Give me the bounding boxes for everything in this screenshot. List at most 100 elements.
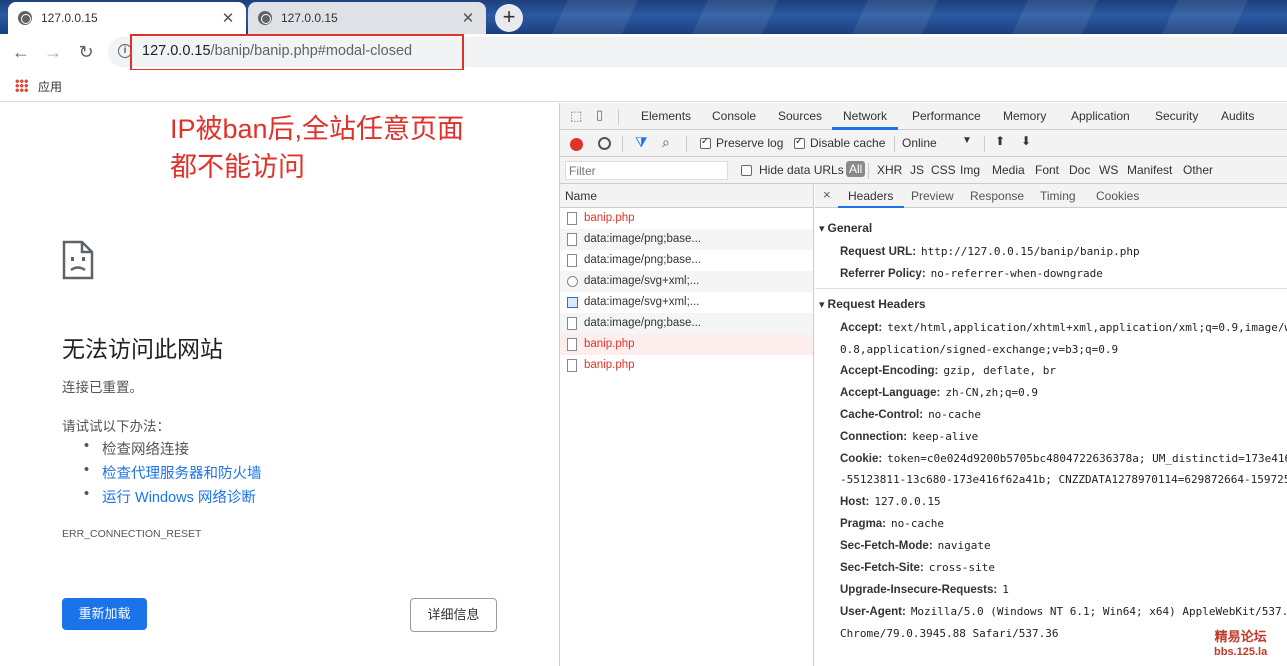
header-row: Referrer Policy: no-referrer-when-downgra… <box>840 267 1103 280</box>
tab-network[interactable]: Network <box>843 109 887 123</box>
tab-headers[interactable]: Headers <box>848 189 893 203</box>
filter-type-other[interactable]: Other <box>1183 163 1213 177</box>
filter-type-manifest[interactable]: Manifest <box>1127 163 1172 177</box>
close-details-icon[interactable]: × <box>823 187 831 202</box>
request-headers-section-title[interactable]: Request Headers <box>819 297 926 311</box>
header-key: Sec-Fetch-Site: <box>840 562 924 574</box>
suggestion-link[interactable]: 运行 Windows 网络诊断 <box>84 486 256 507</box>
filter-type-xhr[interactable]: XHR <box>877 163 902 177</box>
filter-type-img[interactable]: Img <box>960 163 980 177</box>
tab-application[interactable]: Application <box>1071 109 1130 123</box>
filter-type-js[interactable]: JS <box>910 163 924 177</box>
header-value: Mozilla/5.0 (Windows NT 6.1; Win64; x64)… <box>910 605 1287 618</box>
close-tab-icon[interactable]: ✕ <box>220 9 236 27</box>
annotation-line-2: 都不能访问 <box>170 152 305 182</box>
image-file-icon <box>567 233 577 246</box>
filter-input[interactable] <box>565 161 728 180</box>
header-row: Cookie: token=c0e024d9200b5705bc480472263… <box>840 452 1287 465</box>
header-key: Connection: <box>840 431 908 443</box>
filter-icon[interactable]: ⧩ <box>635 134 648 151</box>
export-har-icon[interactable]: ⬇ <box>1021 134 1031 148</box>
tab-timing[interactable]: Timing <box>1040 189 1076 203</box>
general-section-title[interactable]: General <box>819 221 873 235</box>
tab-response[interactable]: Response <box>970 189 1024 203</box>
apps-grid-icon[interactable] <box>15 79 28 92</box>
browser-tab[interactable]: 127.0.0.15 ✕ <box>248 2 486 34</box>
record-icon[interactable] <box>570 138 583 151</box>
disable-cache-checkbox[interactable] <box>794 136 805 149</box>
filter-type-media[interactable]: Media <box>992 163 1025 177</box>
reload-button[interactable]: ↻ <box>73 40 99 64</box>
annotation-line-1: IP被ban后,全站任意页面 <box>170 114 465 144</box>
header-key: Cache-Control: <box>840 409 924 421</box>
back-button[interactable]: ← <box>8 40 34 64</box>
network-toolbar: ⧩ ⌕ Preserve log Disable cache Online ▼ … <box>560 130 1287 157</box>
header-value: http://127.0.0.15/banip/banip.php <box>921 245 1140 258</box>
reload-page-button[interactable]: 重新加载 <box>62 598 147 630</box>
suggestions-label: 请试试以下办法： <box>62 419 170 434</box>
header-key: Accept-Encoding: <box>840 365 939 377</box>
tab-performance[interactable]: Performance <box>912 109 981 123</box>
devtools-panel: ⬚ ▯ Elements Console Sources Network Per… <box>559 103 1287 666</box>
request-row[interactable]: banip.php <box>560 355 813 376</box>
suggestion-link[interactable]: 检查代理服务器和防火墙 <box>84 462 262 483</box>
details-button[interactable]: 详细信息 <box>410 598 497 632</box>
import-har-icon[interactable]: ⬆ <box>995 134 1005 148</box>
filter-type-css[interactable]: CSS <box>931 163 956 177</box>
header-value: cross-site <box>928 561 995 574</box>
clear-icon[interactable] <box>598 137 611 150</box>
tab-audits[interactable]: Audits <box>1221 109 1254 123</box>
request-name: banip.php <box>584 359 635 371</box>
request-row[interactable]: data:image/svg+xml;... <box>560 292 813 313</box>
filter-type-ws[interactable]: WS <box>1099 163 1118 177</box>
browser-tab-active[interactable]: 127.0.0.15 ✕ <box>8 2 246 34</box>
apps-label[interactable]: 应用 <box>38 78 62 95</box>
header-key: Cookie: <box>840 453 883 465</box>
forward-button[interactable]: → <box>40 40 66 64</box>
preserve-log-label[interactable]: Preserve log <box>716 136 783 150</box>
header-row: Request URL: http://127.0.0.15/banip/bani… <box>840 245 1140 258</box>
request-row[interactable]: data:image/svg+xml;... <box>560 271 813 292</box>
details-tabbar: × Headers Preview Response Timing Cookie… <box>815 184 1287 208</box>
device-toolbar-icon[interactable]: ▯ <box>596 107 603 123</box>
close-tab-icon[interactable]: ✕ <box>460 9 476 27</box>
request-row[interactable]: data:image/png;base... <box>560 229 813 250</box>
header-key: Upgrade-Insecure-Requests: <box>840 584 998 596</box>
request-row[interactable]: data:image/png;base... <box>560 313 813 334</box>
search-icon[interactable]: ⌕ <box>662 134 670 151</box>
header-key: Accept: <box>840 322 883 334</box>
error-code: ERR_CONNECTION_RESET <box>62 528 202 540</box>
suggestion-text[interactable]: 检查代理服务器和防火墙 <box>102 466 262 482</box>
filter-type-doc[interactable]: Doc <box>1069 163 1090 177</box>
request-name: banip.php <box>584 338 635 350</box>
suggestion-text[interactable]: 运行 Windows 网络诊断 <box>102 490 256 506</box>
tab-elements[interactable]: Elements <box>641 109 691 123</box>
preserve-log-checkbox[interactable] <box>700 136 711 149</box>
request-row[interactable]: data:image/png;base... <box>560 250 813 271</box>
name-column-header[interactable]: Name <box>560 184 813 208</box>
filter-type-font[interactable]: Font <box>1035 163 1059 177</box>
chevron-down-icon[interactable]: ▼ <box>962 135 972 146</box>
request-name: data:image/svg+xml;... <box>584 296 700 308</box>
request-row[interactable]: banip.php <box>560 334 813 355</box>
disable-cache-label[interactable]: Disable cache <box>810 136 885 150</box>
watermark-line-1: 精易论坛 <box>1214 629 1267 644</box>
tab-preview[interactable]: Preview <box>911 189 954 203</box>
hide-data-urls-label[interactable]: Hide data URLs <box>759 163 844 177</box>
filter-type-all[interactable]: All <box>846 161 866 177</box>
tab-cookies[interactable]: Cookies <box>1096 189 1139 203</box>
tab-sources[interactable]: Sources <box>778 109 822 123</box>
new-tab-button[interactable]: + <box>495 4 523 32</box>
tab-console[interactable]: Console <box>712 109 756 123</box>
tab-security[interactable]: Security <box>1155 109 1198 123</box>
error-title: 无法访问此网站 <box>62 336 223 362</box>
url-highlight-box <box>130 34 464 71</box>
header-row: Accept-Language: zh-CN,zh;q=0.9 <box>840 386 1038 399</box>
inspect-element-icon[interactable]: ⬚ <box>570 108 582 124</box>
request-row[interactable]: banip.php <box>560 208 813 229</box>
hide-data-urls-checkbox[interactable] <box>741 165 752 176</box>
throttling-select[interactable]: Online <box>902 136 937 150</box>
header-value: gzip, deflate, br <box>943 364 1056 377</box>
bookmarks-bar: 应用 <box>0 70 1287 102</box>
tab-memory[interactable]: Memory <box>1003 109 1046 123</box>
